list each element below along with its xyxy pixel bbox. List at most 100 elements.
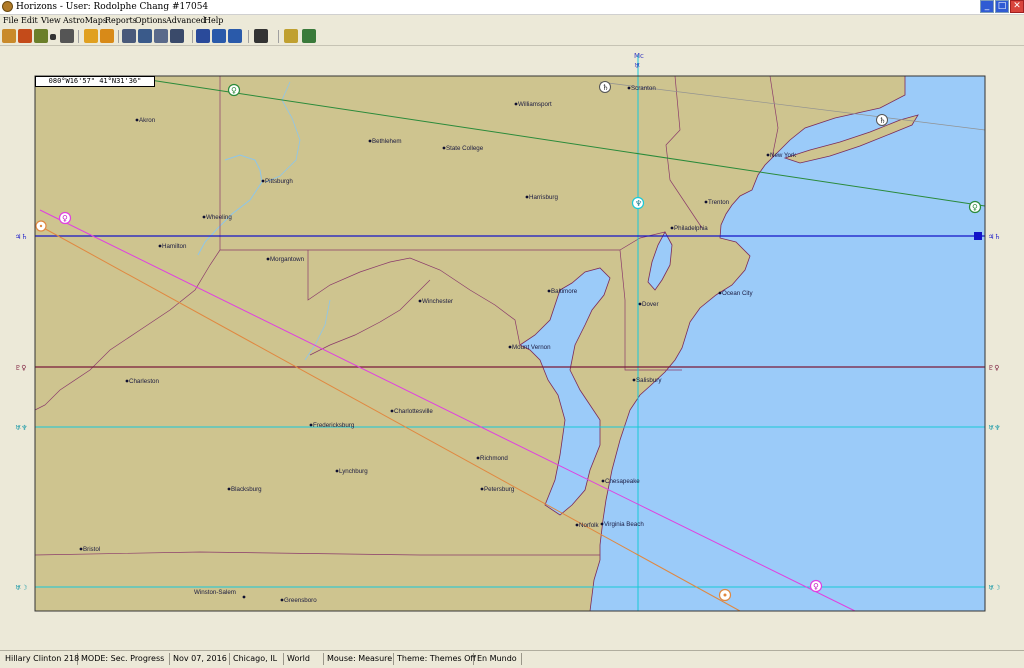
- svg-text:Trenton: Trenton: [708, 199, 730, 206]
- city-morgantown[interactable]: Morgantown: [266, 256, 305, 263]
- city-baltimore[interactable]: Baltimore: [547, 288, 578, 295]
- edit-icon[interactable]: [2, 29, 16, 43]
- svg-text:Blacksburg: Blacksburg: [231, 486, 262, 493]
- svg-text:Morgantown: Morgantown: [270, 256, 305, 263]
- city-mount-vernon[interactable]: Mount Vernon: [508, 344, 551, 351]
- status-location: Chicago, IL: [230, 653, 284, 665]
- sun-marker[interactable]: [35, 220, 47, 232]
- city-chesapeake[interactable]: Chesapeake: [601, 478, 641, 485]
- toolbar-separator: [192, 30, 193, 43]
- city-wheeling[interactable]: Wheeling: [202, 214, 233, 221]
- svg-text:Akron: Akron: [139, 117, 156, 124]
- line-label-left-1: ♃♄: [15, 233, 28, 241]
- notes-icon[interactable]: [34, 29, 48, 43]
- minimize-button[interactable]: _: [980, 0, 994, 13]
- status-date: Nov 07, 2016: [170, 653, 230, 665]
- toolbar-separator: [78, 30, 79, 43]
- status-view: World: [284, 653, 324, 665]
- line-label-right-2: ♇♀: [988, 364, 999, 372]
- grid-icon[interactable]: [254, 29, 268, 43]
- city-ocean-city[interactable]: Ocean City: [718, 290, 754, 297]
- svg-text:Baltimore: Baltimore: [551, 288, 578, 295]
- table-icon[interactable]: [170, 29, 184, 43]
- print-icon[interactable]: [60, 29, 74, 43]
- city-charleston[interactable]: Charleston: [125, 378, 160, 385]
- city-hamilton[interactable]: Hamilton: [158, 243, 187, 250]
- line-end-marker: [974, 232, 982, 240]
- map-view-icon[interactable]: [196, 29, 210, 43]
- venus-marker-green-2[interactable]: ♀: [968, 200, 982, 214]
- close-button[interactable]: ✕: [1010, 0, 1024, 13]
- map-area[interactable]: Mc ♅ ♀ ♄ ♄ ♀ ♆ ♀ ♀ ♃♄ ♃♄ ♇♀ ♇♀ ♅♆ ♅♆ ♅☽ …: [0, 46, 1024, 650]
- svg-text:Williamsport: Williamsport: [518, 101, 552, 108]
- city-richmond[interactable]: Richmond: [476, 455, 509, 462]
- svg-text:Ocean City: Ocean City: [722, 290, 754, 297]
- svg-text:Wheeling: Wheeling: [206, 214, 232, 221]
- menu-options[interactable]: Options: [135, 15, 167, 27]
- saturn-marker-2[interactable]: ♄: [876, 114, 888, 126]
- svg-text:Hamilton: Hamilton: [162, 243, 187, 250]
- chart-list-icon[interactable]: [18, 29, 32, 43]
- svg-text:Virginia Beach: Virginia Beach: [604, 521, 644, 528]
- city-scranton[interactable]: Scranton: [627, 85, 657, 92]
- menu-file[interactable]: File: [3, 15, 18, 27]
- svg-text:Charlottesville: Charlottesville: [394, 408, 433, 415]
- city-harrisburg[interactable]: Harrisburg: [525, 194, 559, 201]
- city-petersburg[interactable]: Petersburg: [480, 486, 515, 493]
- relocate-icon[interactable]: [154, 29, 168, 43]
- zoom-out-icon[interactable]: [228, 29, 242, 43]
- menu-astromaps[interactable]: AstroMaps: [63, 15, 107, 27]
- astro-map[interactable]: Mc ♅ ♀ ♄ ♄ ♀ ♆ ♀ ♀ ♃♄ ♃♄ ♇♀ ♇♀ ♅♆ ♅♆ ♅☽ …: [0, 46, 1024, 650]
- city-bethlehem[interactable]: Bethlehem: [368, 138, 402, 145]
- city-dover[interactable]: Dover: [638, 301, 659, 308]
- city-bristol[interactable]: Bristol: [79, 546, 101, 553]
- svg-text:Scranton: Scranton: [631, 85, 656, 92]
- menu-view[interactable]: View: [41, 15, 61, 27]
- city-blacksburg[interactable]: Blacksburg: [227, 486, 263, 493]
- svg-text:State College: State College: [446, 145, 484, 152]
- city-philadelphia[interactable]: Philadelphia: [670, 225, 709, 232]
- city-pittsburgh[interactable]: Pittsburgh: [261, 178, 294, 185]
- city-salisbury[interactable]: Salisbury: [632, 377, 663, 384]
- svg-text:Fredericksburg: Fredericksburg: [313, 422, 355, 429]
- toolbar-separator: [278, 30, 279, 43]
- line-label-right-1: ♃♄: [988, 233, 1001, 241]
- settings-icon[interactable]: [138, 29, 152, 43]
- city-greensboro[interactable]: Greensboro: [280, 597, 318, 604]
- city-fredericksburg[interactable]: Fredericksburg: [309, 422, 355, 429]
- city-virginia-beach[interactable]: Virginia Beach: [600, 521, 645, 528]
- city-williamsport[interactable]: Williamsport: [514, 101, 552, 108]
- city-state-college[interactable]: State College: [442, 145, 484, 152]
- tools-icon[interactable]: [122, 29, 136, 43]
- menu-help[interactable]: Help: [204, 15, 223, 27]
- globe-icon[interactable]: [302, 29, 316, 43]
- menu-reports[interactable]: Reports: [105, 15, 137, 27]
- city-norfolk[interactable]: Norfolk: [575, 522, 600, 529]
- menu-edit[interactable]: Edit: [21, 15, 38, 27]
- astro-wheel-icon[interactable]: [84, 29, 98, 43]
- saturn-marker-1[interactable]: ♄: [599, 81, 611, 93]
- menu-advanced[interactable]: Advanced: [166, 15, 206, 27]
- venus-marker-green[interactable]: ♀: [227, 83, 241, 97]
- sun-icon[interactable]: [284, 29, 298, 43]
- venus-marker-magenta-2[interactable]: ♀: [809, 579, 823, 593]
- svg-text:Philadelphia: Philadelphia: [674, 225, 708, 232]
- zoom-in-icon[interactable]: [212, 29, 226, 43]
- dropdown-arrow-icon[interactable]: [50, 34, 56, 40]
- coordinate-readout: 080°W16'57" 41°N31'36": [35, 76, 155, 87]
- astro-wheel-alt-icon[interactable]: [100, 29, 114, 43]
- svg-text:♀: ♀: [62, 214, 68, 223]
- city-lynchburg[interactable]: Lynchburg: [335, 468, 369, 475]
- city-winchester[interactable]: Winchester: [418, 298, 453, 305]
- neptune-marker[interactable]: ♆: [631, 196, 645, 210]
- maximize-button[interactable]: □: [995, 0, 1009, 13]
- window-title: Horizons - User: Rodolphe Chang #17054: [16, 2, 209, 12]
- city-trenton[interactable]: Trenton: [704, 199, 730, 206]
- svg-text:Greensboro: Greensboro: [284, 597, 317, 604]
- venus-marker-magenta[interactable]: ♀: [58, 211, 72, 225]
- mc-label: Mc: [634, 52, 644, 60]
- sun-marker-2[interactable]: [718, 588, 732, 602]
- city-new-york[interactable]: New York: [766, 152, 797, 159]
- city-charlottesville[interactable]: Charlottesville: [390, 408, 434, 415]
- city-akron[interactable]: Akron: [135, 117, 156, 124]
